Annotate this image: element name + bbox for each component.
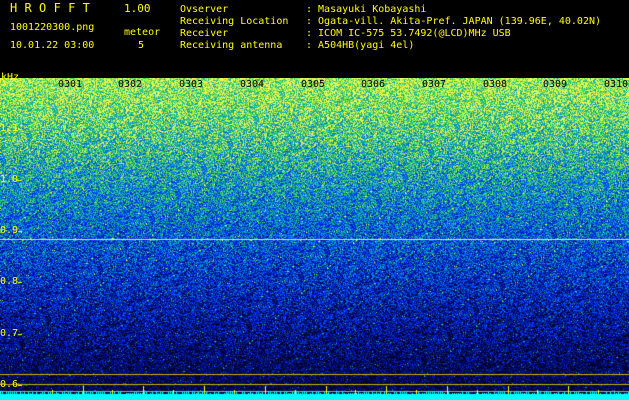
- meteor-count: 5: [138, 40, 145, 51]
- y-axis-unit: kHz: [1, 72, 20, 83]
- location-value: : Ogata-vill. Akita-Pref. JAPAN (139.96E…: [306, 16, 602, 27]
- receiver-value: : ICOM IC-575 53.7492(@LCD)MHz USB: [306, 28, 511, 39]
- antenna-value: : A504HB(yagi 4el): [306, 40, 415, 51]
- y-tick-label: 0.9: [0, 225, 19, 237]
- hrofft-window: HROFFT 1.00 1001220300.png meteor 10.01.…: [0, 0, 629, 400]
- app-name: HROFFT: [10, 1, 98, 15]
- x-tick-label: 0309: [543, 79, 568, 90]
- x-tick-label: 0306: [361, 79, 386, 90]
- x-tick-label: 0303: [179, 79, 204, 90]
- x-tick-label: 0304: [240, 79, 265, 90]
- spectrogram-canvas: [0, 78, 629, 400]
- location-label: Receiving Location: [180, 16, 289, 27]
- x-tick-label: 0310: [604, 79, 629, 90]
- x-tick-label: 0305: [301, 79, 326, 90]
- y-tick-label: 0.7: [0, 327, 19, 339]
- y-tick-label: 1.0: [0, 174, 19, 186]
- meteor-label: meteor: [124, 27, 161, 38]
- x-tick-label: 0308: [483, 79, 508, 90]
- file-name: 1001220300.png: [10, 22, 95, 33]
- antenna-label: Receiving antenna: [180, 40, 283, 51]
- x-tick-label: 0301: [58, 79, 83, 90]
- x-tick-label: 0307: [422, 79, 447, 90]
- y-tick-label: 0.8: [0, 276, 19, 288]
- x-tick-label: 0302: [118, 79, 143, 90]
- app-version: 1.00: [124, 2, 151, 15]
- observer-value: : Masayuki Kobayashi: [306, 4, 427, 15]
- y-tick-label: 0.6: [0, 378, 19, 390]
- observer-label: Ovserver: [180, 4, 229, 15]
- receiver-label: Receiver: [180, 28, 229, 39]
- date-time: 10.01.22 03:00: [10, 40, 95, 51]
- y-tick-label: 1.1: [0, 123, 19, 135]
